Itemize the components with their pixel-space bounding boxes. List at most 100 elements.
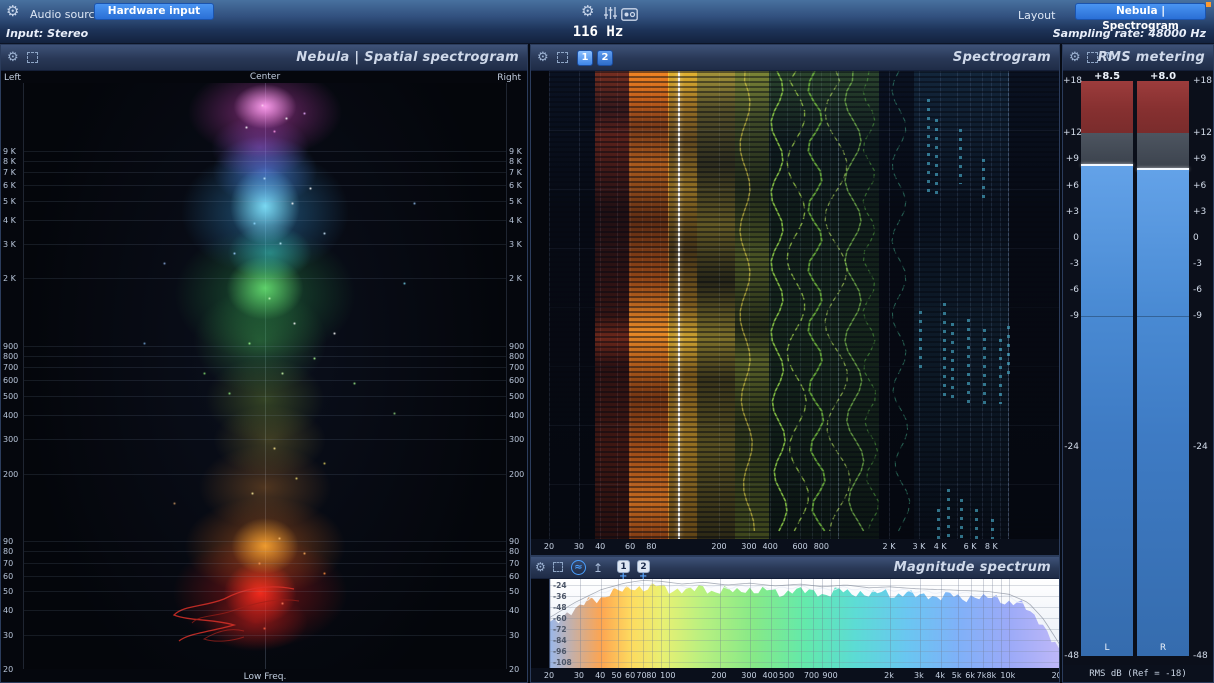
magnitude-freq-tick: 60 xyxy=(625,671,636,680)
grid-line xyxy=(1001,579,1002,668)
hardware-input-button[interactable]: Hardware input xyxy=(94,3,214,20)
spectrogram-dash-streak xyxy=(991,519,994,539)
frequency-readout: 116 Hz xyxy=(572,24,624,40)
rms-scale-tick-left: +18 xyxy=(1063,76,1082,86)
spatial-freq-tick-left: 20 xyxy=(3,665,14,674)
magnitude-freq-tick: 900 xyxy=(822,671,838,680)
spatial-freq-tick-left: 9 K xyxy=(3,146,16,156)
magnitude-freq-tick: 5k xyxy=(951,671,962,680)
peak-hold-icon[interactable]: ↥ xyxy=(593,562,603,574)
spatial-freq-tick-left: 900 xyxy=(3,342,19,352)
magnitude-db-tick: -108 xyxy=(553,658,572,667)
spectrogram-dash-streak xyxy=(1007,326,1010,376)
spectrogram-gear-icon[interactable]: ⚙ xyxy=(537,51,549,64)
center-gear-icon[interactable]: ⚙ xyxy=(581,4,594,19)
spatial-freq-tick-left: 50 xyxy=(3,587,14,597)
grid-line xyxy=(982,579,984,668)
grid-line xyxy=(642,579,644,668)
spectrogram-view-1-button[interactable]: 1 xyxy=(577,50,593,66)
grid-line xyxy=(812,579,814,668)
spatial-freq-tick-left: 80 xyxy=(3,547,14,557)
rms-footer: RMS dB (Ref = -18) xyxy=(1063,665,1213,682)
spectrogram-dash-streak xyxy=(983,329,986,404)
rms-gear-icon[interactable]: ⚙ xyxy=(1069,51,1081,64)
rms-scale-tick-left: -24 xyxy=(1064,441,1079,452)
spectrogram-title: Spectrogram xyxy=(952,50,1051,65)
magnitude-db-tick: -60 xyxy=(553,614,567,623)
preset-button[interactable]: Nebula | Spectrogram xyxy=(1075,3,1206,32)
grid-line xyxy=(24,150,506,152)
grid-line xyxy=(838,579,840,668)
magnitude-freq-tick: 100 xyxy=(660,671,676,680)
spectrogram-view-2-button[interactable]: 2 xyxy=(597,50,613,66)
magnitude-db-tick: -96 xyxy=(553,647,567,656)
magnitude-db-tick: -24 xyxy=(553,581,567,590)
spectrogram-expand-icon[interactable] xyxy=(557,52,568,63)
spatial-freq-tick-left: 90 xyxy=(3,537,14,547)
sliders-icon[interactable] xyxy=(603,5,618,24)
magnitude-freq-tick: 2k xyxy=(884,671,894,680)
grid-line xyxy=(831,579,832,668)
spectrogram-plot[interactable] xyxy=(549,71,1059,539)
axis-label-low-freq: Low Freq. xyxy=(243,672,287,682)
rms-expand-icon[interactable] xyxy=(1087,52,1098,63)
spectrogram-dash-streak xyxy=(919,311,922,371)
spectrogram-freq-tick: 40 xyxy=(595,542,606,551)
settings-gear-icon[interactable]: ⚙ xyxy=(6,4,19,19)
magnitude-freq-tick: 400 xyxy=(762,671,778,680)
grid-line xyxy=(24,160,506,162)
grid-line xyxy=(24,634,506,636)
spectrogram-dash-streak xyxy=(975,509,978,539)
spectrogram-freq-tick: 800 xyxy=(813,542,829,551)
grid-line xyxy=(550,640,1059,641)
axis-label-left: Left xyxy=(4,73,21,83)
rms-scale-tick-right: -6 xyxy=(1193,285,1202,296)
grid-line xyxy=(661,579,662,668)
spectrogram-header: ⚙ 1 2 Spectrogram xyxy=(531,45,1059,71)
grid-line xyxy=(24,172,506,174)
rms-scale-tick-left: -9 xyxy=(1070,311,1079,322)
spatial-freq-tick-left: 800 xyxy=(3,352,19,362)
grid-line xyxy=(550,579,551,668)
magnitude-freq-tick: 20 xyxy=(543,671,555,680)
grid-line xyxy=(24,200,506,202)
spatial-freq-tick-left: 60 xyxy=(3,571,14,581)
grid-line xyxy=(1137,316,1189,318)
spatial-freq-tick-left: 700 xyxy=(3,363,19,373)
spectrogram-freq-tick: 8 K xyxy=(984,542,998,551)
io-meter-icon[interactable] xyxy=(621,6,638,25)
spatial-gear-icon[interactable]: ⚙ xyxy=(7,51,19,64)
magnitude-freq-tick: 20k xyxy=(1051,671,1059,680)
axis-label-right: Right xyxy=(497,73,521,83)
spatial-freq-tick-left: 500 xyxy=(3,391,19,401)
notification-dot xyxy=(1206,2,1211,7)
magnitude-gear-icon[interactable]: ⚙ xyxy=(535,561,546,573)
rms-scale-tick-left: -48 xyxy=(1064,651,1079,661)
grid-line xyxy=(668,579,670,668)
grid-line xyxy=(24,439,506,441)
audio-source-label: Audio source xyxy=(30,8,102,21)
magnitude-freq-tick: 6k xyxy=(965,671,975,680)
layout-button[interactable]: Layout xyxy=(1018,9,1055,22)
magnitude-plot[interactable]: -24 -36 -48 -60 -72 -84 -96 -108 xyxy=(549,579,1059,668)
magnitude-db-tick: -48 xyxy=(553,603,567,612)
spatial-header: ⚙ Nebula | Spatial spectrogram xyxy=(1,45,527,71)
spectrogram-dash-streak xyxy=(951,323,954,403)
avg-toggle-icon[interactable]: ≈ xyxy=(571,560,586,575)
spatial-freq-tick-right: 7 K xyxy=(509,168,522,178)
spectrogram-freq-tick: 200 xyxy=(711,542,727,551)
spatial-freq-tick-right: 50 xyxy=(509,587,520,597)
magnitude-expand-icon[interactable] xyxy=(553,562,563,572)
grid-line xyxy=(720,579,721,668)
grid-line xyxy=(749,579,751,668)
grid-line xyxy=(24,414,506,416)
grid-line xyxy=(24,473,506,475)
grid-line xyxy=(24,278,506,280)
spectrogram-freq-tick: 4 K xyxy=(933,542,947,551)
grid-line xyxy=(992,579,994,668)
spatial-expand-icon[interactable] xyxy=(27,52,38,63)
spatial-plot[interactable] xyxy=(23,83,507,669)
grid-line xyxy=(24,380,506,382)
grid-line xyxy=(24,367,506,369)
grid-line xyxy=(24,551,506,553)
